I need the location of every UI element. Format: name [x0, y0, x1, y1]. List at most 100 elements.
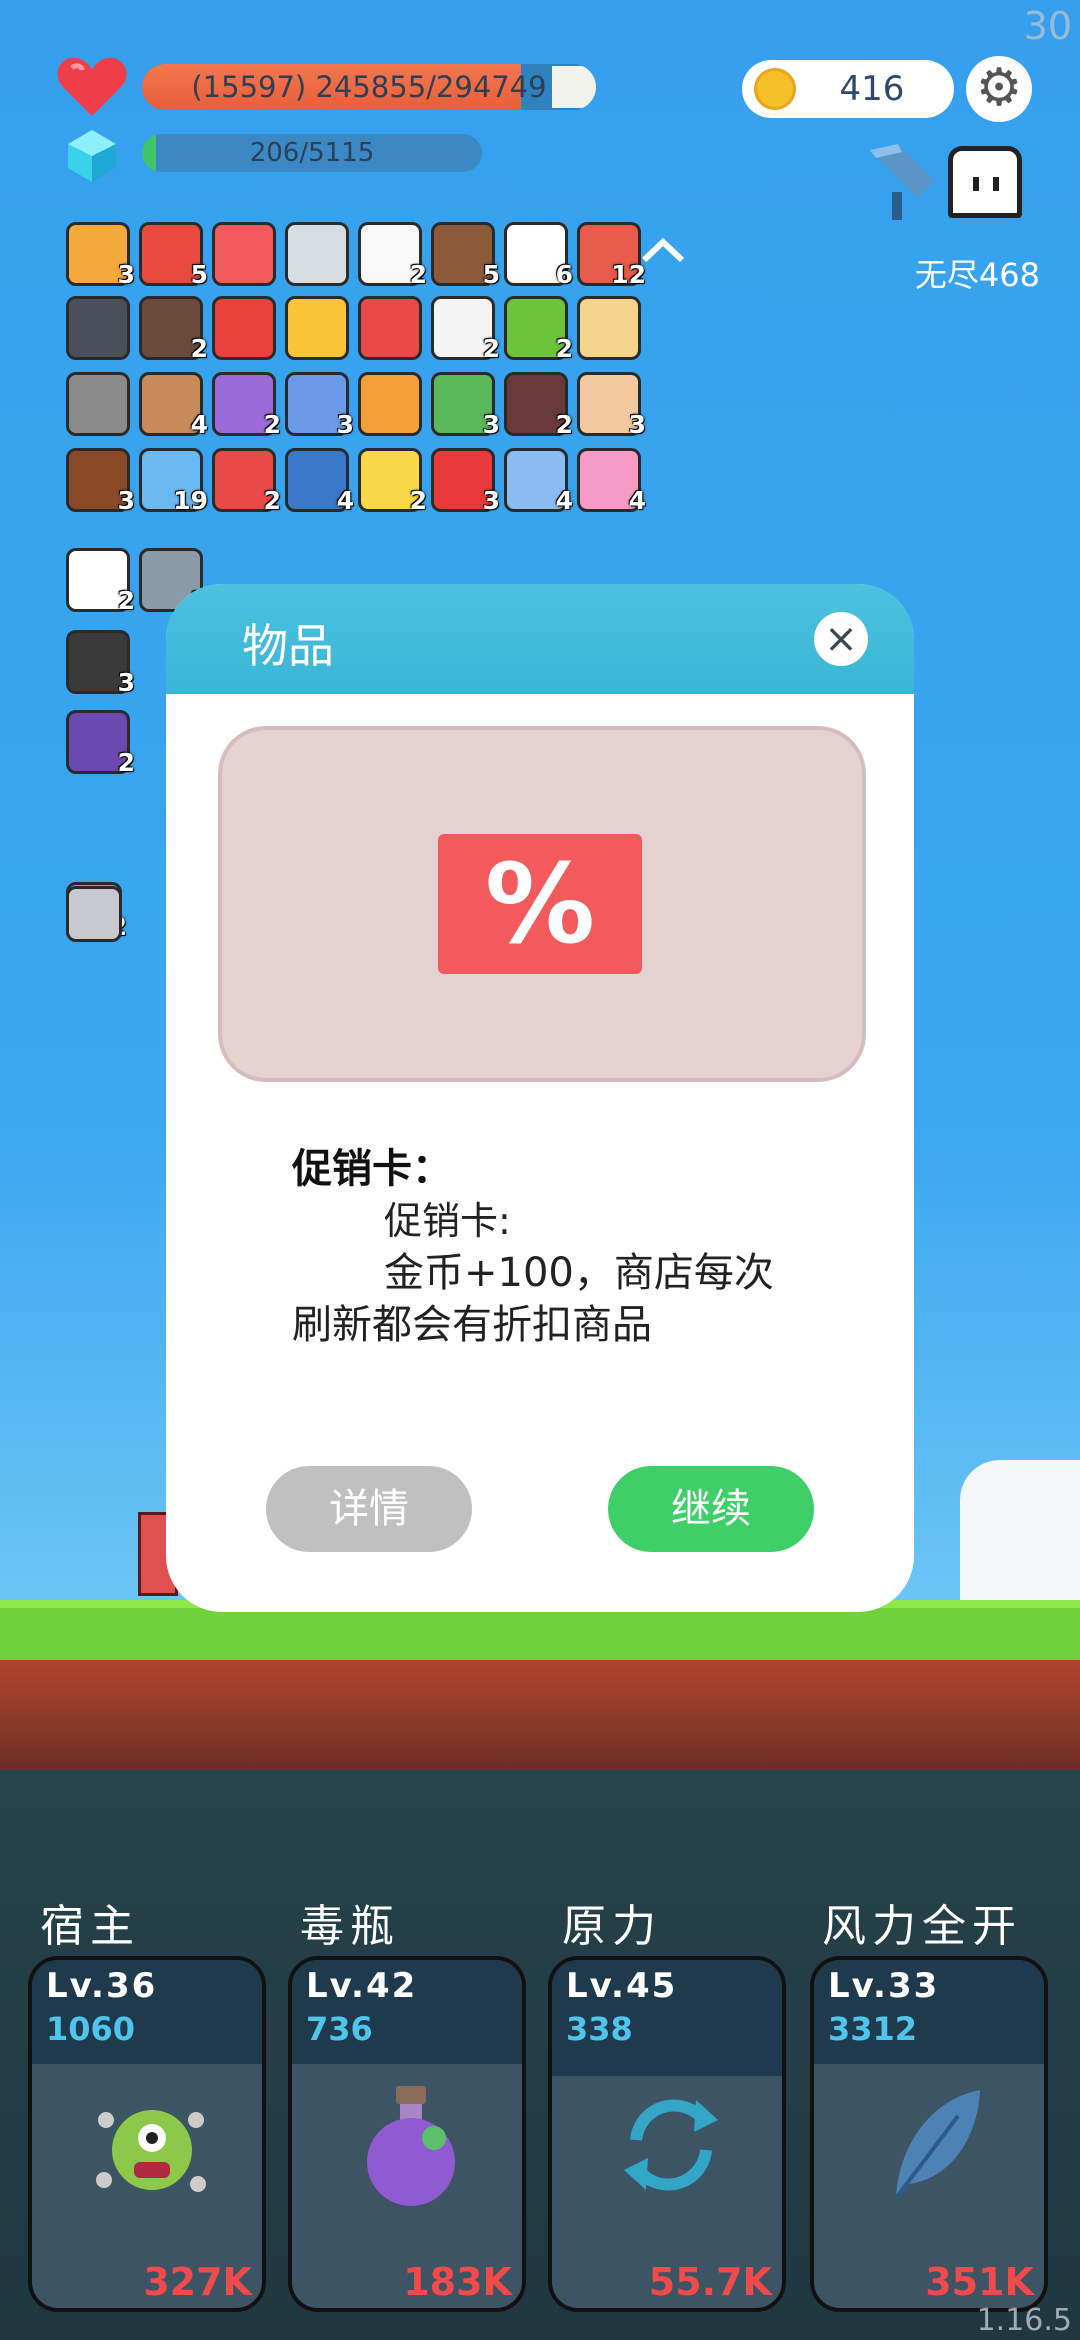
- purple-hat-icon[interactable]: 2: [66, 710, 135, 777]
- item-count: 12: [611, 260, 646, 289]
- item-count: 2: [409, 486, 427, 515]
- hp-bar: (15597) 245855/294749: [142, 64, 596, 110]
- book-icon[interactable]: 3: [66, 222, 135, 289]
- katana-icon[interactable]: [66, 886, 122, 942]
- settings-button[interactable]: ⚙: [966, 56, 1032, 122]
- poison-flask-icon: [367, 2086, 455, 2206]
- skill-damage: 351K: [925, 2260, 1034, 2304]
- sock-icon[interactable]: 5: [139, 222, 208, 289]
- crown-icon[interactable]: [358, 372, 422, 436]
- halo-mustache-icon[interactable]: 4: [504, 448, 573, 515]
- skill-name: 毒瓶: [300, 1901, 400, 1952]
- skill-cost: 338: [566, 2010, 633, 2048]
- skill-cost: 1060: [46, 2010, 136, 2048]
- percent-glyph: %: [484, 840, 596, 968]
- feather-icon: [894, 2090, 980, 2200]
- item-dialog: 物品 × % 促销卡： 促销卡: 金币+100，商店每次 刷新都会有折扣商品 详…: [166, 584, 914, 1612]
- blue-shield-icon[interactable]: 4: [285, 448, 354, 515]
- item-count: 5: [482, 260, 500, 289]
- item-count: 3: [117, 486, 135, 515]
- item-count: 19: [173, 486, 208, 515]
- details-button[interactable]: 详情: [266, 1466, 472, 1552]
- cauldron-icon[interactable]: 3: [66, 630, 135, 697]
- continue-button[interactable]: 继续: [608, 1466, 814, 1552]
- coin-value: 416: [839, 69, 905, 109]
- jam-jar-icon[interactable]: 2: [504, 372, 573, 439]
- map-icon[interactable]: [577, 296, 641, 360]
- ghost-icon[interactable]: 2: [66, 548, 135, 615]
- ghost-mascot-icon[interactable]: [948, 146, 1022, 218]
- watermelon-icon[interactable]: 12: [577, 222, 646, 289]
- coin-icon: [754, 68, 796, 110]
- sun-icon[interactable]: [285, 296, 349, 360]
- skill-damage: 327K: [143, 2260, 252, 2304]
- dialog-title: 物品: [242, 619, 334, 673]
- hp-text: (15597) 245855/294749: [191, 70, 547, 104]
- skill-name: 原力: [562, 1901, 662, 1952]
- pill-icon[interactable]: 3: [285, 372, 354, 439]
- dirt-ground: [0, 1660, 1080, 1770]
- item-count: 6: [555, 260, 573, 289]
- endless-level-label: 无尽468: [914, 256, 1040, 294]
- skill-level: Lv.33: [828, 1966, 940, 2006]
- item-count: 2: [263, 410, 281, 439]
- item-description-line3: 刷新都会有折扣商品: [292, 1302, 652, 1348]
- coconut-icon[interactable]: 5: [431, 222, 500, 289]
- skill-cost: 3312: [828, 2010, 918, 2048]
- chevron-up-icon[interactable]: [640, 236, 686, 264]
- item-count: 4: [628, 486, 646, 515]
- item-count: 2: [117, 748, 135, 777]
- mushroom-icon[interactable]: 3: [431, 448, 500, 515]
- sneaker-icon[interactable]: [358, 296, 422, 360]
- flower-icon[interactable]: 2: [358, 222, 427, 289]
- item-count: 4: [555, 486, 573, 515]
- hand-icon[interactable]: 3: [577, 372, 646, 439]
- cycle-arrows-icon: [624, 2099, 718, 2191]
- skill-level: Lv.42: [306, 1966, 418, 2006]
- skill-card-poison[interactable]: Lv.42 736 183K: [288, 1956, 526, 2312]
- item-count: 2: [409, 260, 427, 289]
- shield-round-icon[interactable]: 4: [139, 372, 208, 439]
- helmet-icon[interactable]: [66, 372, 130, 436]
- skill-card-wind[interactable]: Lv.33 3312 351K: [810, 1956, 1048, 2312]
- skill-level: Lv.36: [46, 1966, 158, 2006]
- item-count: 2: [117, 586, 135, 615]
- close-icon: ×: [824, 616, 858, 662]
- cake-flag-icon[interactable]: 3: [66, 448, 135, 515]
- close-button[interactable]: ×: [814, 612, 868, 666]
- capsule-icon[interactable]: 2: [212, 448, 281, 515]
- cloud-icon[interactable]: 6: [504, 222, 573, 289]
- item-count: 3: [117, 668, 135, 697]
- fps-counter: 30: [1023, 4, 1072, 48]
- hood-icon[interactable]: [66, 296, 130, 360]
- cloud-decoration: [960, 1460, 1080, 1600]
- item-count: 2: [555, 334, 573, 363]
- skill-damage: 183K: [403, 2260, 512, 2304]
- item-count: 5: [190, 260, 208, 289]
- star-shield-icon[interactable]: 2: [212, 372, 281, 439]
- item-count: 4: [336, 486, 354, 515]
- pixel-sword-icon[interactable]: [862, 140, 942, 224]
- version-label: 1.16.5: [976, 2303, 1072, 2338]
- star-card-icon[interactable]: 19: [139, 448, 208, 515]
- heart-icon: [57, 57, 127, 116]
- dialog-header: 物品 ×: [166, 584, 914, 694]
- door-icon[interactable]: 2: [139, 296, 208, 363]
- item-count: 3: [482, 410, 500, 439]
- skill-cost: 736: [306, 2010, 373, 2048]
- xp-text: 206/5115: [249, 138, 375, 168]
- item-count: 2: [263, 486, 281, 515]
- zombie-icon[interactable]: 3: [431, 372, 500, 439]
- skill-level: Lv.45: [566, 1966, 678, 2006]
- clipboard-icon[interactable]: 2: [431, 296, 500, 363]
- skill-card-force[interactable]: Lv.45 338 55.7K: [548, 1956, 786, 2312]
- egg-icon[interactable]: 2: [358, 448, 427, 515]
- bookmark-icon[interactable]: [212, 296, 276, 360]
- ice-cream-icon[interactable]: 4: [577, 448, 646, 515]
- sword-icon[interactable]: [285, 222, 349, 286]
- lime-icon[interactable]: 2: [504, 296, 573, 363]
- item-count: 3: [117, 260, 135, 289]
- sale-card-icon[interactable]: [212, 222, 276, 286]
- skill-card-host[interactable]: Lv.36 1060 327K: [28, 1956, 266, 2312]
- item-description-line2: 金币+100，商店每次: [384, 1250, 774, 1296]
